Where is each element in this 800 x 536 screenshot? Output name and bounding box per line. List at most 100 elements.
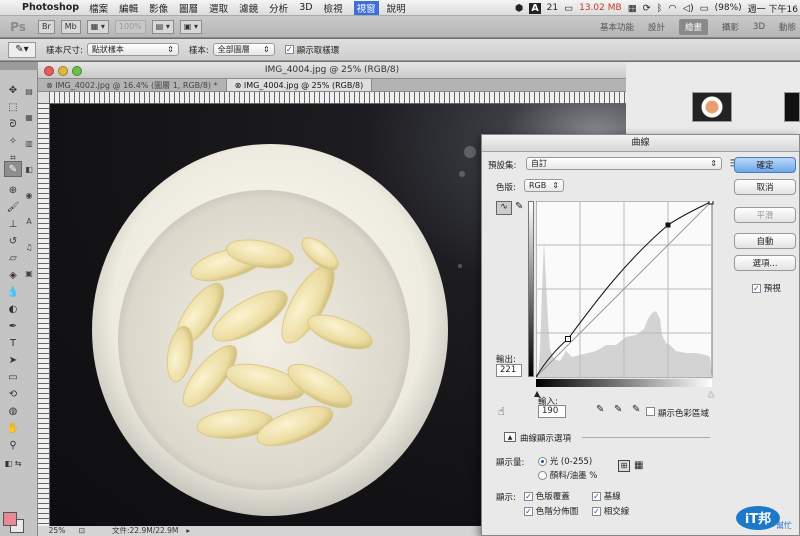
history-brush-tool-icon[interactable]: ↺ (4, 233, 22, 249)
show-ring-checkbox[interactable]: ✓ (284, 45, 294, 54)
blur-tool-icon[interactable]: 💧 (4, 284, 22, 300)
menu-3d[interactable]: 3D (299, 2, 312, 13)
options-button[interactable]: 選項... (734, 255, 796, 271)
output-field[interactable]: 221 (496, 364, 522, 377)
dropbox-icon[interactable]: ⬢ (515, 3, 523, 14)
tools-panel-grip[interactable] (0, 62, 38, 70)
workspace-motion[interactable]: 動態 (779, 21, 796, 33)
preview-checkbox[interactable]: ✓ (752, 284, 761, 293)
input-field[interactable]: 190 (538, 405, 566, 418)
thumbnail[interactable] (692, 92, 732, 122)
3d-orbit-tool-icon[interactable]: ◍ (4, 403, 22, 419)
detailed-grid-icon[interactable]: ▦ (634, 460, 643, 472)
paint-bucket-tool-icon[interactable]: ◈ (4, 267, 22, 283)
workspace-essentials[interactable]: 基本功能 (600, 21, 634, 33)
close-window-button[interactable] (44, 66, 54, 76)
pen-tool-icon[interactable]: ✒ (4, 318, 22, 334)
menu-help[interactable]: 說明 (387, 1, 406, 15)
sync-icon[interactable]: ⟳ (643, 3, 651, 14)
workspace-3d[interactable]: 3D (753, 22, 765, 32)
bridge-button[interactable]: Br (38, 19, 55, 34)
histogram-checkbox[interactable]: ✓ (524, 507, 533, 516)
white-point-slider[interactable]: △ (708, 389, 714, 398)
histogram-option[interactable]: ✓ 色階分佈圖 (524, 505, 578, 517)
pigment-radio[interactable] (538, 471, 547, 480)
guides-menu[interactable]: ▦ ▾ (86, 19, 109, 34)
workspace-painting[interactable]: 繪畫 (679, 18, 709, 35)
menu-image[interactable]: 影像 (149, 1, 168, 15)
pigment-option[interactable]: 顏料/油墨 % (538, 469, 597, 481)
path-select-tool-icon[interactable]: ➤ (4, 352, 22, 368)
clock[interactable]: 週一 下午16 (748, 2, 798, 15)
status-menu-icon[interactable]: ⊡ (76, 526, 88, 536)
smooth-button[interactable]: 平滑 (734, 207, 796, 223)
notification-count[interactable]: 21 (547, 3, 558, 13)
workspace-photography[interactable]: 攝影 (722, 21, 739, 33)
minibridge-button[interactable]: Mb (60, 19, 81, 34)
stamp-tool-icon[interactable]: ⊥ (4, 216, 22, 232)
shape-tool-icon[interactable]: ▭ (4, 369, 22, 385)
move-tool-icon[interactable]: ✥ (4, 82, 22, 98)
menu-file[interactable]: 檔案 (89, 1, 108, 15)
monitor-icon[interactable]: ▭ (564, 3, 573, 14)
black-eyedropper-icon[interactable]: ✎ (596, 404, 604, 415)
preview-option[interactable]: ✓ 預視 (752, 282, 781, 294)
volume-icon[interactable]: ◁) (683, 3, 694, 14)
chip-icon[interactable]: ▦ (628, 3, 637, 14)
menu-layer[interactable]: 圖層 (179, 1, 198, 15)
workspace-design[interactable]: 設計 (648, 21, 665, 33)
panel-icon-5[interactable]: ◉ (22, 188, 36, 202)
panel-icon-1[interactable]: ▤ (22, 84, 36, 98)
menu-filter[interactable]: 濾鏡 (239, 1, 258, 15)
eraser-tool-icon[interactable]: ▱ (4, 250, 22, 266)
status-arrow-icon[interactable]: ▸ (186, 526, 190, 536)
sample-select[interactable]: 全部圖層 ⇕ (212, 43, 275, 56)
type-tool-icon[interactable]: T (4, 335, 22, 351)
battery-percent[interactable]: (98%) (715, 3, 742, 13)
menu-select[interactable]: 選取 (209, 1, 228, 15)
tool-preset-picker[interactable]: ✎ ▾ (8, 41, 36, 58)
brush-tool-icon[interactable]: 🖌 (4, 199, 22, 215)
lasso-tool-icon[interactable]: ᘐ (4, 116, 22, 132)
vertical-ruler[interactable] (38, 104, 50, 526)
document-title-bar[interactable]: IMG_4004.jpg @ 25% (RGB/8) (38, 62, 626, 79)
curve-graph[interactable] (536, 201, 716, 391)
arrange-docs-menu[interactable]: ▤ ▾ (151, 19, 174, 34)
display-options-toggle-icon[interactable]: ▲ (504, 432, 516, 442)
pencil-tool-icon[interactable]: ✎ (515, 201, 523, 212)
curve-point-tool-icon[interactable]: ∿ (496, 201, 512, 215)
document-tab-img4004[interactable]: ⊗ IMG_4004.jpg @ 25% (RGB/8) (226, 79, 373, 91)
foreground-color-swatch[interactable] (3, 512, 17, 526)
menu-view[interactable]: 檢視 (324, 1, 343, 15)
app-menu[interactable]: Photoshop (22, 2, 79, 13)
panel-icon-3[interactable]: ▥ (22, 136, 36, 150)
gray-eyedropper-icon[interactable]: ✎ (614, 404, 622, 415)
intersection-option[interactable]: ✓ 相交線 (592, 505, 629, 517)
close-tab-icon[interactable]: ⊗ (235, 81, 244, 90)
simple-grid-icon[interactable]: ⊞ (618, 460, 630, 472)
zoom-tool-icon[interactable]: ⚲ (4, 437, 22, 453)
sample-size-select[interactable]: 點狀樣本 ⇕ (86, 43, 179, 56)
channel-select[interactable]: RGB ⇕ (524, 179, 564, 192)
panel-icon-7[interactable]: ♫ (22, 240, 36, 254)
ruler-origin[interactable] (38, 92, 50, 104)
auto-button[interactable]: 自動 (734, 233, 796, 249)
quick-select-tool-icon[interactable]: ✧ (4, 133, 22, 149)
baseline-option[interactable]: ✓ 基線 (592, 490, 621, 502)
light-option[interactable]: 光 (0-255) (538, 455, 592, 467)
screen-mode-menu[interactable]: ▣ ▾ (179, 19, 203, 34)
horizontal-ruler[interactable] (50, 92, 626, 104)
document-tab-img4002[interactable]: ⊗ IMG_4002.jpg @ 16.4% (圖層 1, RGB/8) * (38, 79, 227, 91)
hand-tool-icon[interactable]: ✋ (4, 420, 22, 436)
bluetooth-icon[interactable]: ᛒ (657, 3, 663, 14)
healing-tool-icon[interactable]: ⊕ (4, 182, 22, 198)
close-tab-icon[interactable]: ⊗ (46, 81, 55, 90)
memory-readout[interactable]: 13.02 MB (579, 3, 622, 13)
thumbnail[interactable] (784, 92, 800, 122)
intersection-checkbox[interactable]: ✓ (592, 507, 601, 516)
dialog-title[interactable]: 曲線 (482, 135, 799, 152)
adobe-icon[interactable]: A (529, 2, 541, 14)
menu-edit[interactable]: 編輯 (119, 1, 138, 15)
status-zoom[interactable]: 25% (38, 526, 76, 536)
zoom-window-button[interactable] (72, 66, 82, 76)
